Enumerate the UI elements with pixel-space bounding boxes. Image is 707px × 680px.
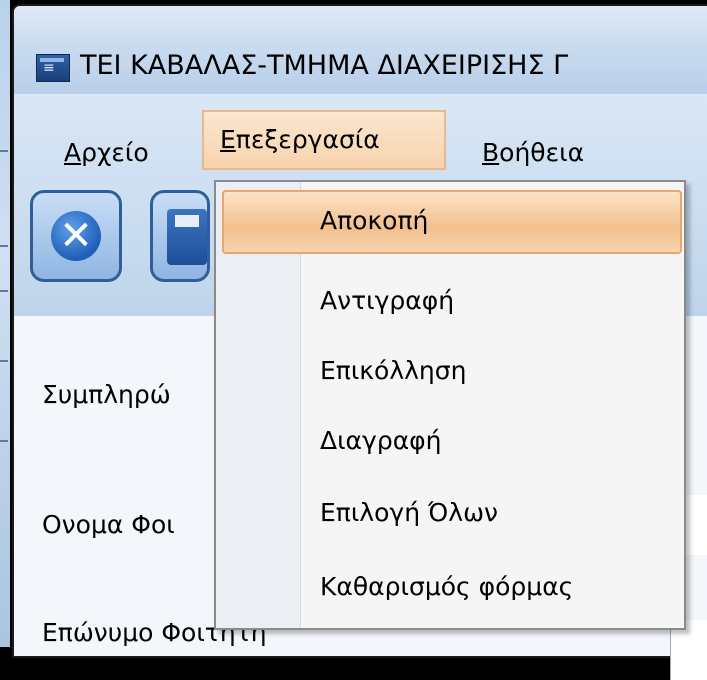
edit-dropdown-menu: Αποκοπή Αντιγραφή Επικόλληση Διαγραφή Επ… <box>214 180 686 630</box>
menu-item-delete-label: Διαγραφή <box>320 426 442 455</box>
background-window-edge-mark <box>0 290 8 292</box>
menu-item-copy[interactable]: Αντιγραφή <box>216 270 684 332</box>
background-window-edge-mark <box>0 150 8 152</box>
background-window-edge-mark <box>0 440 8 442</box>
menu-item-paste[interactable]: Επικόλληση <box>216 340 684 402</box>
menu-item-paste-label: Επικόλληση <box>320 356 467 385</box>
close-x-icon: ✕ <box>51 211 101 261</box>
title-bar[interactable]: ΤΕΙ ΚΑΒΑΛΑΣ-ΤΜΗΜΑ ΔΙΑΧΕΙΡΙΣΗΣ Γ <box>14 6 707 94</box>
menu-item-cut-label: Αποκοπή <box>320 206 429 235</box>
menu-help[interactable]: Βοήθεια <box>466 128 600 178</box>
menu-item-copy-label: Αντιγραφή <box>320 286 455 315</box>
form-label-fill: Συμπληρώ <box>42 380 171 409</box>
close-form-button[interactable]: ✕ <box>30 190 122 282</box>
menu-file-label: Αρχείο <box>64 138 149 167</box>
menu-item-select-all-label: Επιλογή Όλων <box>320 498 498 527</box>
background-window-edge-mark <box>0 360 8 362</box>
menu-item-clear-form-label: Καθαρισμός φόρμας <box>320 572 574 601</box>
menu-item-clear-form[interactable]: Καθαρισμός φόρμας <box>216 556 684 618</box>
menu-file[interactable]: Αρχείο <box>48 128 165 178</box>
background-window <box>0 0 10 647</box>
save-disk-icon <box>167 209 207 265</box>
menu-item-select-all[interactable]: Επιλογή Όλων <box>216 482 684 544</box>
menu-edit[interactable]: Επεξεργασία <box>202 110 446 170</box>
form-label-first-name: Ονομα Φοι <box>42 510 175 539</box>
app-icon[interactable] <box>36 54 70 82</box>
menu-help-label: Βοήθεια <box>482 138 585 167</box>
menu-item-cut[interactable]: Αποκοπή <box>222 190 682 254</box>
menu-edit-label: Επεξεργασία <box>220 125 380 154</box>
background-window-edge-mark <box>0 245 8 247</box>
window-title: ΤΕΙ ΚΑΒΑΛΑΣ-ΤΜΗΜΑ ΔΙΑΧΕΙΡΙΣΗΣ Γ <box>80 50 569 81</box>
save-button[interactable] <box>150 190 210 282</box>
menu-item-delete[interactable]: Διαγραφή <box>216 410 684 472</box>
